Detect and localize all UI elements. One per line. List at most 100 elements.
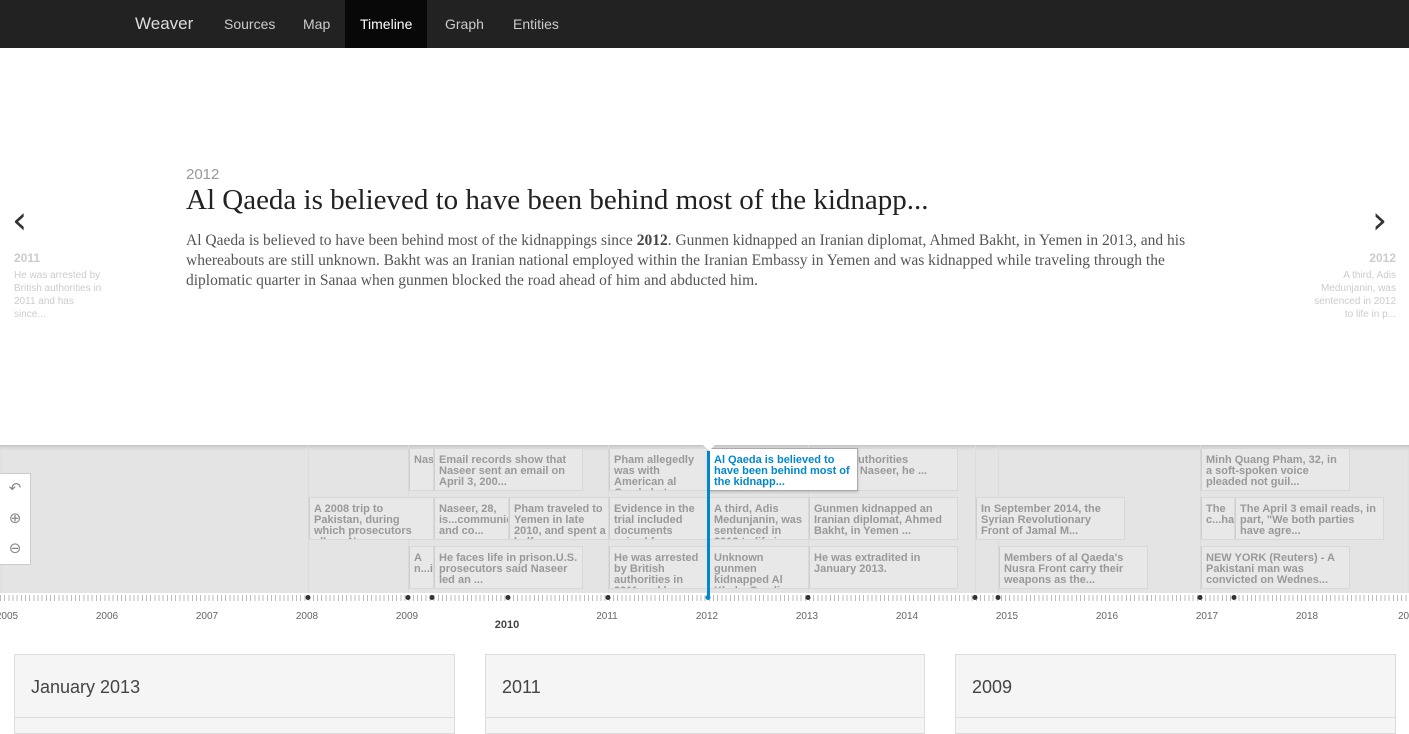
next-slide-date[interactable]: 2012 [1369,251,1396,265]
year-label: 2013 [795,611,819,622]
prev-slide-date[interactable]: 2011 [14,251,40,265]
marker-text: A n...inte...disc... [414,552,437,575]
marker-text: Unknown gunmen kidnapped Al Khal... Saud… [714,552,783,589]
marker-line [999,547,1000,588]
nav-item-map[interactable]: Map [288,0,345,48]
marker-line [809,498,810,539]
slide-text-part: Al Qaeda is believed to have been behind… [186,232,637,249]
top-navbar: Weaver Sources Map Timeline Graph Entiti… [0,0,1409,48]
marker-text: Evidence in the trial included documents… [614,503,695,540]
year-label: 2007 [195,611,219,622]
timeline-marker[interactable]: Evidence in the trial included documents… [608,497,713,540]
timeline-controls: ↶ ⊕ ⊖ [0,473,31,565]
marker-line [976,498,977,539]
year-label: 2011 [596,611,618,622]
zoom-in-icon[interactable]: ⊕ [5,508,25,528]
card-divider [15,717,454,718]
timeline-marker[interactable]: He was arrested by British authorities i… [608,546,713,589]
entry-cards: January 2013 2011 2009 [0,645,1409,734]
timeline-marker[interactable]: The April 3 email reads, in part, "We bo… [1234,497,1384,540]
card-2011[interactable]: 2011 [485,654,925,734]
brand-logo[interactable]: Weaver [135,14,193,34]
event-dot [405,595,411,600]
marker-text: A third, Adis Medunjanin, was sentenced … [714,503,803,540]
marker-line [434,498,435,539]
marker-line [609,547,610,588]
event-dot [429,595,435,600]
card-title: 2011 [502,677,541,697]
nav-item-graph[interactable]: Graph [430,0,499,48]
marker-text: Email records show that Naseer sent an e… [439,454,567,488]
slide-panel: ‹ 2011 He was arrested by British author… [0,48,1409,445]
marker-line [809,547,810,588]
marker-line [1235,498,1236,539]
nav-item-sources[interactable]: Sources [209,0,290,48]
marker-text: He was extradited in January 2013. [814,552,921,575]
timeline-marker[interactable]: Email records show that Naseer sent an e… [433,448,583,491]
timeline-ruler[interactable]: 2005 2006 2007 2008 2009 2010 2011 2012 … [0,593,1409,645]
nav-item-entities[interactable]: Entities [498,0,574,48]
timeline-marker[interactable]: NEW YORK (Reuters) - A Pakistani man was… [1200,546,1350,589]
marker-text: NEW YORK (Reuters) - A Pakistani man was… [1206,552,1335,586]
year-label: 2017 [1195,611,1219,622]
card-january-2013[interactable]: January 2013 [14,654,455,734]
prev-slide-description[interactable]: He was arrested by British authorities i… [14,269,104,321]
card-divider [486,717,924,718]
marker-line [409,449,410,490]
timeline-marker[interactable]: Pham allegedly was with American al Qaed… [608,448,708,491]
chevron-left-icon[interactable]: ‹ [12,200,27,240]
year-label: 2006 [95,611,119,622]
timeline-marker[interactable]: Naseer, 28, is...communications...Qaeda … [433,497,513,540]
marker-line [609,449,610,490]
marker-line [1201,449,1202,490]
marker-text: Minh Quang Pham, 32, in a soft-spoken vo… [1206,454,1337,488]
timeline-marker[interactable]: Unknown gunmen kidnapped Al Khal... Saud… [708,546,813,589]
marker-text: Gunmen kidnapped an Iranian diplomat, Ah… [814,503,942,537]
timeline-marker[interactable]: A 2008 trip to Pakistan, during which pr… [308,497,438,540]
zoom-out-icon[interactable]: ⊖ [5,538,25,558]
event-dot [505,595,511,600]
timeline-navigator[interactable]: Naseer...England...mass... Email records… [0,445,1409,645]
timeline-marker[interactable]: Gunmen kidnapped an Iranian diplomat, Ah… [808,497,958,540]
next-slide-description[interactable]: A third, Adis Medunjanin, was sentenced … [1304,269,1396,321]
event-dot [972,595,978,600]
slide-date: 2012 [186,166,220,183]
event-dot [805,595,811,600]
year-label: 2008 [295,611,319,622]
marker-line [434,547,435,588]
marker-text: The April 3 email reads, in part, "We bo… [1240,503,1376,537]
active-marker-line [707,451,710,599]
timeline-marker[interactable]: In September 2014, the Syrian Revolution… [975,497,1125,540]
timeline-marker[interactable]: He faces life in prison.U.S. prosecutors… [433,546,583,589]
slide-body-text: Al Qaeda is believed to have been behind… [186,231,1216,291]
marker-text: Members of al Qaeda's Nusra Front carry … [1004,552,1124,586]
marker-text: In September 2014, the Syrian Revolution… [981,503,1101,537]
year-label: 2018 [1295,611,1319,622]
nav-item-timeline[interactable]: Timeline [345,0,428,48]
year-label: 2015 [995,611,1019,622]
marker-line [509,498,510,539]
marker-text: Naseer, 28, is...communications...Qaeda … [439,503,513,537]
timeline-marker[interactable]: He was extradited in January 2013. [808,546,958,589]
slide-headline: Al Qaeda is believed to have been behind… [186,184,929,216]
marker-line [434,449,435,490]
marker-line [309,498,310,539]
timeline-marker[interactable]: Members of al Qaeda's Nusra Front carry … [998,546,1148,589]
event-dot [995,595,1001,600]
chevron-right-icon[interactable]: › [1372,200,1387,240]
marker-text: A 2008 trip to Pakistan, during which pr… [314,503,412,540]
card-divider [956,717,1395,718]
timeline-marker[interactable]: Minh Quang Pham, 32, in a soft-spoken vo… [1200,448,1350,491]
year-label: 2014 [895,611,919,622]
year-label: 2016 [1095,611,1119,622]
back-icon[interactable]: ↶ [5,478,25,498]
card-2009[interactable]: 2009 [955,654,1396,734]
timeline-marker[interactable]: A third, Adis Medunjanin, was sentenced … [708,497,813,540]
marker-text: He faces life in prison.U.S. prosecutors… [439,552,578,586]
marker-text: Pham allegedly was with American al Qaed… [614,454,695,491]
timeline-marker[interactable]: Pham traveled to Yemen in late 2010, and… [508,497,613,540]
timeline-marker-active[interactable]: Al Qaeda is believed to have been behind… [708,448,858,491]
event-dot [305,595,311,600]
event-dot [1231,595,1237,600]
marker-text: Naseer...England...mass... [414,454,437,466]
